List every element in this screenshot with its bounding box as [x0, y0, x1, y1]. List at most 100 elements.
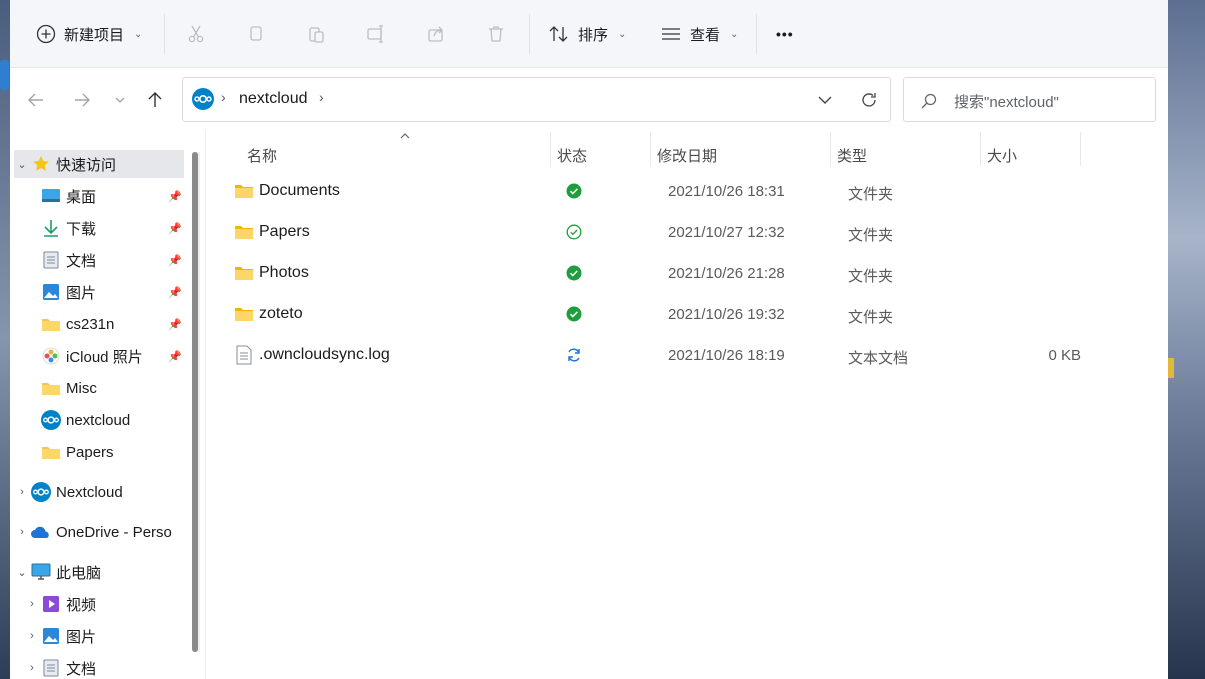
sidebar-item-quick-access[interactable]: ⌄ 快速访问 [14, 150, 184, 178]
sidebar-item-label: 下载 [66, 220, 97, 238]
pin-icon: 📌 [168, 223, 182, 235]
more-options-button[interactable]: ••• [776, 17, 794, 51]
file-name: Photos [259, 264, 309, 281]
column-divider[interactable] [830, 132, 831, 166]
sidebar-item-misc[interactable]: Misc [24, 374, 194, 402]
file-type: 文件夹 [848, 309, 894, 326]
column-divider[interactable] [650, 132, 651, 166]
file-row-zoteto[interactable]: zoteto 2021/10/26 19:32 文件夹 [228, 296, 1088, 332]
nextcloud-icon [40, 410, 62, 430]
address-bar[interactable]: › nextcloud › [182, 77, 891, 122]
chevron-right-icon[interactable]: › [14, 526, 30, 538]
back-button[interactable] [24, 88, 48, 112]
recent-locations-button[interactable] [108, 88, 132, 112]
file-row-owncloudsync-log[interactable]: .owncloudsync.log 2021/10/26 18:19 文本文档 … [228, 337, 1088, 373]
text-file-icon [236, 345, 252, 365]
file-row-photos[interactable]: Photos 2021/10/26 21:28 文件夹 [228, 255, 1088, 291]
column-header-name[interactable]: 名称 [247, 140, 277, 170]
chevron-down-icon[interactable] [817, 93, 833, 107]
trash-icon [489, 26, 503, 42]
folder-icon [40, 378, 62, 398]
breadcrumb-separator-icon: › [221, 89, 226, 105]
file-type: 文件夹 [848, 186, 894, 203]
chevron-down-icon[interactable]: ⌄ [14, 566, 30, 579]
sidebar-item-label: iCloud 照片 [66, 348, 143, 366]
paste-button[interactable] [302, 20, 330, 48]
file-list: 名称 状态 修改日期 类型 大小 Documents 2021/10/26 18… [205, 130, 1168, 679]
sidebar-item-label: nextcloud [66, 411, 131, 429]
file-row-documents[interactable]: Documents 2021/10/26 18:31 文件夹 [228, 173, 1088, 209]
breadcrumb-chevron-icon[interactable]: › [319, 89, 324, 105]
search-icon [921, 93, 937, 109]
up-button[interactable] [143, 88, 167, 112]
desktop-background-left [0, 0, 10, 679]
column-header-type[interactable]: 类型 [837, 140, 867, 170]
share-icon [428, 26, 443, 42]
file-modified: 2021/10/26 19:32 [668, 306, 785, 323]
sort-icon [549, 26, 568, 42]
column-label: 修改日期 [657, 147, 718, 165]
share-button[interactable] [422, 20, 450, 48]
column-divider[interactable] [980, 132, 981, 166]
computer-icon [30, 562, 52, 582]
forward-button[interactable] [70, 88, 94, 112]
sidebar-item-this-pc[interactable]: ⌄ 此电脑 [14, 558, 184, 586]
syncing-icon [568, 348, 580, 362]
refresh-icon[interactable] [859, 90, 879, 110]
column-divider[interactable] [1080, 132, 1081, 166]
sidebar-item-nextcloud-quick[interactable]: nextcloud [24, 406, 194, 434]
sidebar-item-pc-pictures[interactable]: › 图片 [24, 622, 194, 650]
view-label: 查看 [690, 26, 721, 44]
column-label: 类型 [837, 147, 868, 165]
chevron-right-icon[interactable]: › [24, 662, 40, 674]
file-size: 0 KB [1048, 347, 1081, 364]
search-input[interactable]: 搜索"nextcloud" [954, 91, 1059, 112]
copy-icon [250, 26, 262, 41]
search-box[interactable]: 搜索"nextcloud" [903, 77, 1156, 122]
delete-button[interactable] [482, 20, 510, 48]
arrow-left-icon [28, 93, 43, 107]
add-circle-icon [36, 24, 56, 44]
cut-button[interactable] [182, 20, 210, 48]
video-icon [40, 594, 62, 614]
sort-ascending-icon [400, 133, 410, 139]
nextcloud-icon [192, 88, 214, 110]
view-button[interactable]: 查看 ⌄ [660, 17, 738, 51]
chevron-right-icon[interactable]: › [24, 630, 40, 642]
document-icon [40, 250, 62, 270]
sidebar-item-videos[interactable]: › 视频 [24, 590, 194, 618]
sidebar-item-label: 文档 [66, 660, 97, 678]
sort-label: 排序 [578, 26, 609, 44]
synced-check-icon [566, 265, 582, 281]
column-header-status[interactable]: 状态 [557, 140, 587, 170]
available-check-icon [566, 224, 582, 240]
chevron-down-icon: ⌄ [134, 28, 143, 40]
new-item-button[interactable]: 新建项目 ⌄ [36, 17, 142, 51]
chevron-down-icon[interactable]: ⌄ [14, 158, 30, 171]
command-bar: 新建项目 ⌄ 排序 ⌄ 查看 ⌄ ••• [10, 0, 1168, 68]
more-label: ••• [776, 26, 794, 42]
chevron-right-icon[interactable]: › [24, 598, 40, 610]
sidebar-scrollbar-thumb[interactable] [192, 152, 198, 652]
copy-button[interactable] [242, 20, 270, 48]
pin-icon: 📌 [168, 319, 182, 331]
folder-icon [235, 226, 253, 239]
rename-button[interactable] [362, 20, 390, 48]
column-header-size[interactable]: 大小 [987, 140, 1017, 170]
chevron-down-icon: ⌄ [618, 28, 627, 40]
file-name: .owncloudsync.log [259, 346, 390, 363]
pin-icon: 📌 [168, 255, 182, 267]
column-divider[interactable] [550, 132, 551, 166]
scissors-icon [188, 25, 204, 43]
sidebar-item-pc-documents[interactable]: › 文档 [24, 654, 194, 679]
sidebar-item-onedrive[interactable]: › OneDrive - Perso [14, 518, 184, 546]
chevron-right-icon[interactable]: › [14, 486, 30, 498]
column-header-modified[interactable]: 修改日期 [657, 140, 717, 170]
breadcrumb[interactable]: nextcloud [239, 90, 308, 108]
sidebar-item-nextcloud[interactable]: › Nextcloud [14, 478, 184, 506]
folder-icon [235, 185, 253, 198]
sort-button[interactable]: 排序 ⌄ [548, 17, 626, 51]
picture-icon [40, 626, 62, 646]
file-row-papers[interactable]: Papers 2021/10/27 12:32 文件夹 [228, 214, 1088, 250]
sidebar-item-papers[interactable]: Papers [24, 438, 194, 466]
